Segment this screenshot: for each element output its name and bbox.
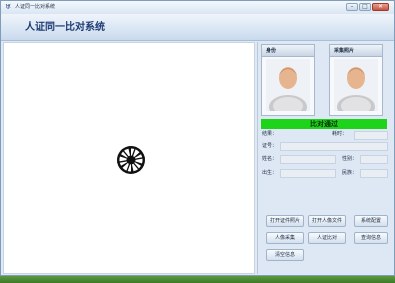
- id-compare-button[interactable]: 人证比对: [308, 232, 346, 244]
- id-number-label: 证号：: [262, 143, 278, 149]
- gender-label: 性别：: [342, 156, 358, 162]
- window-controls: – □ ✕: [346, 3, 389, 11]
- birth-field[interactable]: [280, 169, 336, 178]
- open-face-file-button[interactable]: 打开人像文件: [308, 215, 346, 227]
- gender-field[interactable]: [360, 155, 388, 164]
- name-field[interactable]: [280, 155, 336, 164]
- time-label: 耗时：: [332, 131, 348, 137]
- app-icon: ♅: [5, 3, 12, 11]
- open-id-photo-button[interactable]: 打开证件照片: [266, 215, 304, 227]
- id-photo-box: 身份: [261, 44, 315, 116]
- page-title: 人证同一比对系统: [25, 22, 105, 33]
- app-window: ♅ 人证同一比对系统 – □ ✕ 人证同一比对系统 身份 采集照片 比对通过 结…: [0, 0, 395, 276]
- info-panel: 身份 采集照片 比对通过 结果： 耗时： 证号： 姓名： 性别： 出生： 民族：…: [257, 42, 394, 274]
- app-header: 人证同一比对系统: [1, 14, 394, 41]
- result-banner: 比对通过: [261, 119, 387, 129]
- id-photo-label: 身份: [262, 45, 314, 57]
- query-info-button[interactable]: 查询信息: [354, 232, 388, 244]
- clear-info-button[interactable]: 清空信息: [266, 249, 304, 261]
- id-number-field[interactable]: [280, 142, 388, 151]
- title-bar: ♅ 人证同一比对系统 – □ ✕: [1, 1, 394, 15]
- ethnicity-field[interactable]: [360, 169, 388, 178]
- ethnicity-label: 民族：: [342, 170, 358, 176]
- minimize-button[interactable]: –: [346, 3, 358, 11]
- capture-photo-box: 采集照片: [329, 44, 383, 116]
- system-config-button[interactable]: 系统配置: [354, 215, 388, 227]
- result-label: 结果：: [262, 131, 278, 137]
- person-silhouette-icon: [334, 59, 378, 111]
- maximize-button[interactable]: □: [359, 3, 371, 11]
- desktop-background: [0, 276, 395, 283]
- name-label: 姓名：: [262, 156, 278, 162]
- capture-photo-label: 采集照片: [330, 45, 382, 57]
- camera-preview[interactable]: [3, 42, 255, 274]
- time-field[interactable]: [354, 131, 388, 140]
- birth-label: 出生：: [262, 170, 278, 176]
- window-title: 人证同一比对系统: [15, 4, 56, 10]
- close-button[interactable]: ✕: [372, 3, 389, 11]
- camera-shutter-icon: [117, 146, 145, 174]
- person-silhouette-icon: [266, 59, 310, 111]
- face-capture-button[interactable]: 人像采集: [266, 232, 304, 244]
